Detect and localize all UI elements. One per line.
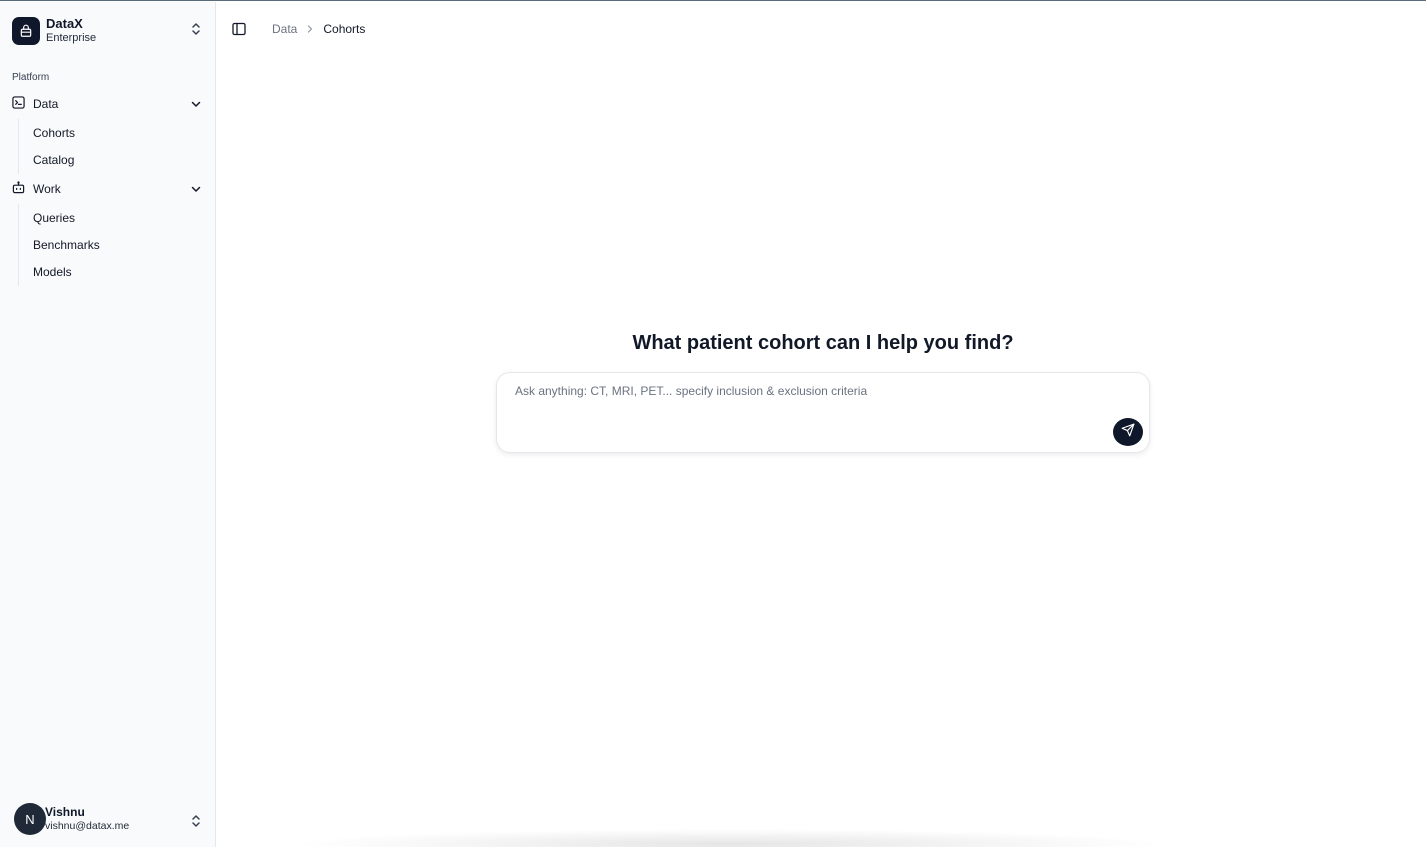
send-button[interactable] — [1113, 418, 1143, 446]
sidebar-item-queries[interactable]: Queries — [19, 204, 100, 231]
sidebar: DataX Enterprise Platform Data Cohorts C… — [0, 2, 216, 847]
brand-plan: Enterprise — [46, 32, 97, 45]
page-title: What patient cohort can I help you find? — [632, 332, 1014, 354]
breadcrumb-current: Cohorts — [323, 22, 366, 36]
chevrons-up-down-icon[interactable] — [190, 22, 202, 41]
sidebar-item-benchmarks[interactable]: Benchmarks — [19, 231, 100, 258]
chart-square-icon — [12, 96, 25, 112]
bottom-shadow — [290, 829, 1170, 847]
user-email: vishnu@datax.me — [45, 819, 130, 832]
sidebar-group-data[interactable]: Data — [8, 91, 206, 117]
datax-logo-icon — [12, 17, 40, 45]
chevrons-up-down-icon[interactable] — [190, 814, 202, 833]
breadcrumb-link-data[interactable]: Data — [272, 22, 297, 36]
sidebar-group-work[interactable]: Work — [8, 176, 206, 202]
sidebar-toggle-icon[interactable] — [232, 22, 246, 41]
top-bar: Data Cohorts — [216, 2, 1426, 56]
sidebar-item-catalog[interactable]: Catalog — [19, 146, 75, 173]
chevron-right-icon — [306, 24, 314, 34]
avatar: N — [14, 803, 46, 835]
sidebar-sublist-work: Queries Benchmarks Models — [18, 204, 100, 286]
sidebar-item-cohorts[interactable]: Cohorts — [19, 119, 75, 146]
bot-icon — [12, 181, 25, 197]
user-menu[interactable]: N Vishnu vishnu@datax.me — [14, 801, 208, 837]
sidebar-section-label: Platform — [12, 72, 50, 83]
send-icon — [1121, 423, 1135, 442]
user-name: Vishnu — [45, 805, 85, 820]
brand-name: DataX — [46, 16, 83, 32]
chevron-down-icon[interactable] — [190, 98, 202, 113]
sidebar-group-label: Work — [33, 182, 61, 196]
sidebar-sublist-data: Cohorts Catalog — [18, 119, 75, 174]
breadcrumb: Data Cohorts — [272, 22, 365, 36]
sidebar-item-models[interactable]: Models — [19, 259, 100, 286]
team-switcher[interactable]: DataX Enterprise — [12, 14, 206, 48]
sidebar-group-label: Data — [33, 97, 59, 111]
cohort-search-input[interactable] — [515, 381, 1105, 401]
chevron-down-icon[interactable] — [190, 183, 202, 198]
prompt-box[interactable] — [496, 372, 1150, 453]
